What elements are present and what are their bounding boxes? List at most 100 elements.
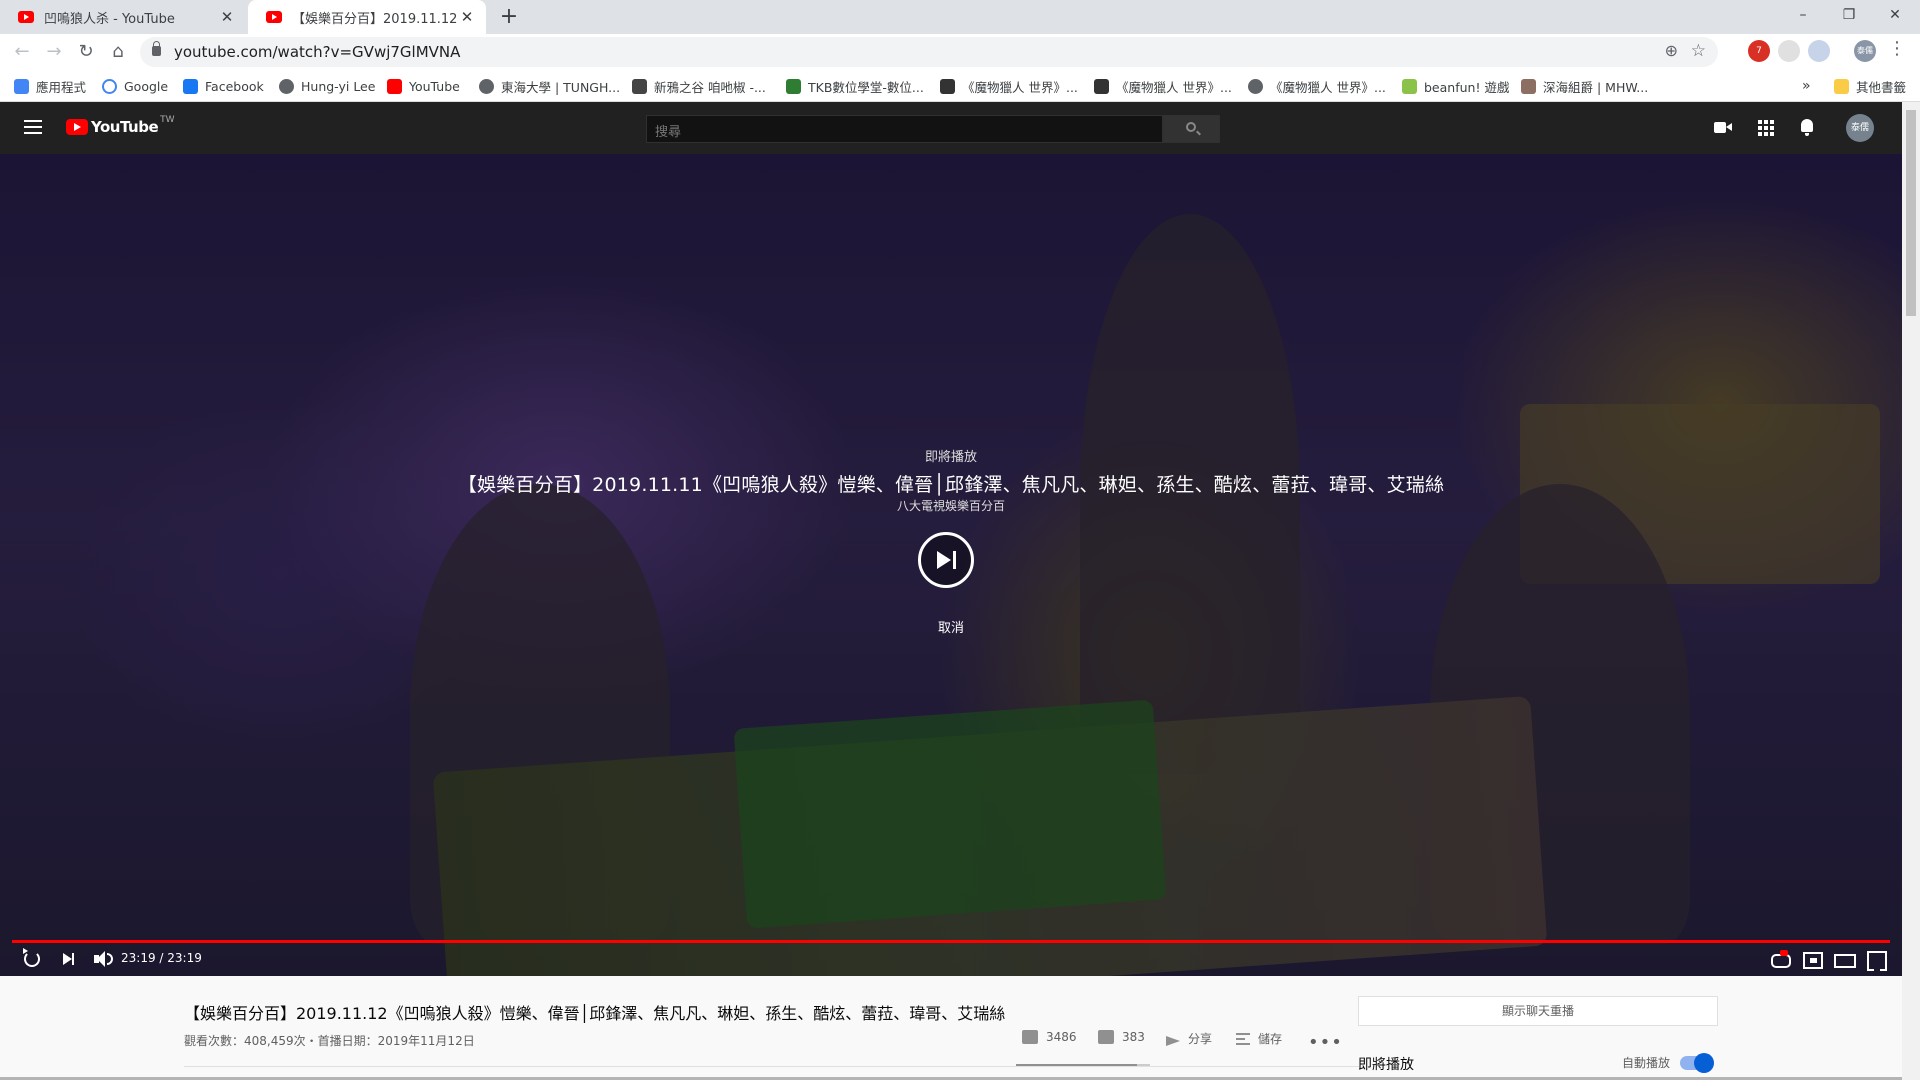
tab-title: 【娛樂百分百】2019.11.12《凹嗚	[292, 11, 458, 27]
forward-arrow-icon[interactable]: →	[42, 40, 66, 64]
beanfun-icon	[1402, 78, 1417, 94]
youtube-icon	[387, 78, 402, 94]
up-next-label: 即將播放	[924, 450, 977, 465]
bookmark-facebook[interactable]: Facebook	[183, 76, 264, 96]
tab-title: 凹嗚狼人杀 - YouTube	[44, 11, 175, 27]
globe-icon	[279, 78, 294, 94]
facebook-icon	[183, 78, 198, 94]
bookmark-forum[interactable]: 新鴉之谷 咱吔椒 -...	[632, 76, 766, 96]
cancel-autoplay-button[interactable]: 取消	[0, 617, 1902, 636]
youtube-masthead: YouTube TW 搜尋 泰儒	[0, 102, 1902, 154]
show-chat-replay-button[interactable]: 顯示聊天重播	[1358, 996, 1718, 1026]
autoplay-toggle-icon[interactable]	[1770, 950, 1791, 968]
youtube-favicon-icon	[266, 11, 282, 23]
share-icon	[1166, 1033, 1180, 1046]
notifications-bell-icon[interactable]	[1798, 118, 1818, 138]
new-tab-button[interactable]: +	[496, 4, 522, 30]
bookmark-tunghai[interactable]: 東海大學 | TUNGH...	[479, 76, 620, 96]
video-player[interactable]: 即將播放 【娛樂百分百】2019.11.11《凹嗚狼人殺》愷樂、偉晉│邱鋒澤、焦…	[0, 154, 1902, 976]
browser-profile-avatar[interactable]: 泰儒	[1854, 40, 1876, 62]
divider	[184, 1066, 1360, 1067]
volume-icon[interactable]	[92, 948, 114, 970]
globe-icon	[479, 78, 494, 94]
lock-icon	[152, 41, 161, 56]
account-avatar[interactable]: 泰儒	[1846, 114, 1874, 142]
bookmark-mhw-1[interactable]: 《魔物獵人 世界》...	[940, 76, 1078, 96]
play-next-icon	[937, 551, 951, 569]
up-next-channel: 八大電視娛樂百分百	[896, 499, 1005, 513]
theater-mode-icon[interactable]	[1834, 950, 1856, 968]
up-next-title[interactable]: 【娛樂百分百】2019.11.11《凹嗚狼人殺》愷樂、偉晉│邱鋒澤、焦凡凡、琳妲…	[0, 470, 1902, 497]
mh-icon	[1094, 78, 1109, 94]
replay-icon[interactable]	[22, 948, 42, 970]
youtube-apps-icon[interactable]	[1756, 118, 1776, 138]
bookmark-star-icon[interactable]: ☆	[1691, 41, 1706, 61]
close-window-button[interactable]: ✕	[1872, 0, 1918, 30]
image-icon	[1521, 78, 1536, 94]
browser-toolbar: ← → ↻ ⌂ youtube.com/watch?v=GVwj7GlMVNA …	[0, 34, 1920, 70]
browser-menu-icon[interactable]: ⋮	[1888, 38, 1906, 59]
bird-icon	[632, 78, 647, 94]
search-button[interactable]	[1163, 115, 1220, 143]
back-arrow-icon[interactable]: ←	[10, 40, 34, 64]
youtube-play-icon	[66, 119, 88, 135]
search-input[interactable]: 搜尋	[646, 115, 1163, 143]
zoom-icon[interactable]: ⊕	[1665, 41, 1678, 60]
progress-bar[interactable]	[12, 940, 1890, 943]
globe-icon	[1248, 78, 1263, 94]
watch-info: 【娛樂百分百】2019.11.12《凹嗚狼人殺》愷樂、偉晉│邱鋒澤、焦凡凡、琳妲…	[0, 976, 1902, 1080]
sidebar-up-next-label: 即將播放	[1358, 1057, 1414, 1073]
reload-icon[interactable]: ↻	[74, 40, 98, 64]
save-button[interactable]: 儲存	[1236, 1030, 1282, 1047]
play-next-button[interactable]	[918, 532, 974, 588]
folder-icon	[1834, 78, 1849, 94]
bookmark-apps[interactable]: 應用程式	[14, 76, 86, 96]
create-video-icon[interactable]	[1714, 118, 1734, 138]
tab-close-icon[interactable]: ✕	[218, 8, 236, 26]
thumbs-down-icon	[1098, 1030, 1114, 1044]
bookmark-mhw-3[interactable]: 《魔物獵人 世界》...	[1248, 76, 1386, 96]
tab-close-icon[interactable]: ✕	[458, 8, 476, 26]
bookmarks-bar: 應用程式 Google Facebook Hung-yi Lee YouTube…	[0, 70, 1920, 102]
autoplay-toggle[interactable]	[1680, 1053, 1714, 1073]
adblock-extension-icon[interactable]: 7	[1748, 40, 1770, 62]
home-icon[interactable]: ⌂	[106, 40, 130, 64]
bookmarks-overflow-button[interactable]: »	[1802, 76, 1811, 96]
browser-tab-1[interactable]: 凹嗚狼人杀 - YouTube ✕	[0, 0, 246, 34]
bookmark-google[interactable]: Google	[102, 76, 168, 96]
video-meta: 觀看次數：408,459次・首播日期：2019年11月12日	[184, 1034, 475, 1048]
bookmark-beanfun[interactable]: beanfun! 遊戲	[1402, 76, 1509, 96]
extension-icon[interactable]	[1808, 40, 1830, 62]
like-button[interactable]: 3486	[1022, 1030, 1077, 1044]
bookmark-youtube[interactable]: YouTube	[387, 76, 460, 96]
bookmark-mhw-4[interactable]: 深海組爵 | MHW...	[1521, 76, 1648, 96]
url-text[interactable]: youtube.com/watch?v=GVwj7GlMVNA	[174, 43, 460, 61]
scrollbar-thumb[interactable]	[1906, 110, 1916, 316]
tkb-icon	[786, 78, 801, 94]
miniplayer-icon[interactable]	[1802, 950, 1823, 969]
autoplay-label: 自動播放	[1622, 1056, 1671, 1070]
fullscreen-icon[interactable]	[1866, 950, 1886, 968]
bookmark-hung-yi-lee[interactable]: Hung-yi Lee	[279, 76, 375, 96]
address-bar[interactable]: youtube.com/watch?v=GVwj7GlMVNA ⊕ ☆	[140, 37, 1718, 67]
extension-icon[interactable]	[1778, 40, 1800, 62]
maximize-button[interactable]: ❐	[1826, 0, 1872, 30]
apps-grid-icon	[14, 78, 29, 94]
bookmark-mhw-2[interactable]: 《魔物獵人 世界》...	[1094, 76, 1232, 96]
playlist-add-icon	[1236, 1032, 1250, 1045]
like-ratio-bar	[1016, 1064, 1150, 1066]
hamburger-menu-icon[interactable]	[24, 120, 42, 134]
dislike-button[interactable]: 383	[1098, 1030, 1145, 1044]
more-actions-button[interactable]: •••	[1308, 1032, 1343, 1053]
youtube-favicon-icon	[18, 11, 34, 23]
thumbs-up-icon	[1022, 1030, 1038, 1044]
youtube-logo[interactable]: YouTube TW	[66, 115, 175, 136]
other-bookmarks[interactable]: 其他書籤	[1834, 76, 1906, 96]
page-scrollbar[interactable]	[1902, 102, 1920, 1080]
bookmark-tkb[interactable]: TKB數位學堂-數位...	[786, 76, 924, 96]
minimize-button[interactable]: –	[1780, 0, 1826, 30]
browser-tab-2[interactable]: 【娛樂百分百】2019.11.12《凹嗚 ✕	[248, 0, 486, 34]
next-video-icon[interactable]	[60, 948, 80, 970]
search-icon	[1186, 122, 1196, 132]
share-button[interactable]: 分享	[1166, 1030, 1212, 1047]
